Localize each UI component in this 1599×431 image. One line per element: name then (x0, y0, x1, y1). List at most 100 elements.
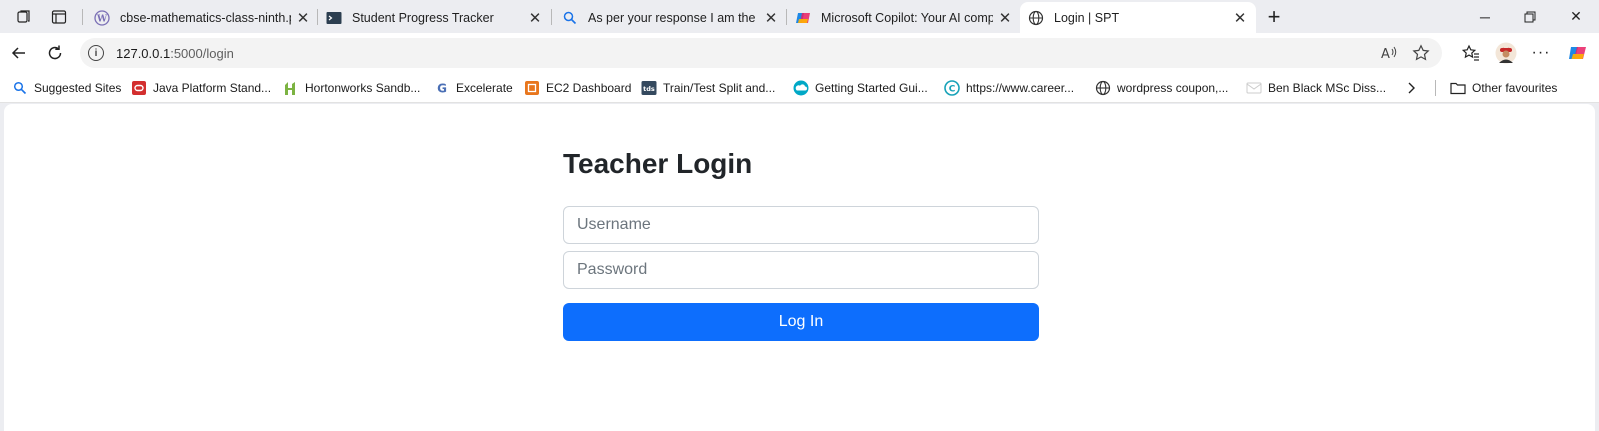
vertical-tabs-icon (51, 10, 67, 24)
search-icon (12, 80, 28, 96)
tab-student-progress-tracker[interactable]: Student Progress Tracker ✕ (322, 3, 547, 33)
favorites-bar: Suggested Sites Java Platform Stand... H… (0, 73, 1599, 103)
more-options-button[interactable]: ··· (1526, 39, 1556, 67)
tab-title: cbse-mathematics-class-ninth.pdf (120, 11, 291, 25)
back-button[interactable] (4, 39, 34, 67)
favorite-label: wordpress coupon,... (1117, 81, 1229, 95)
tab-title: As per your response I am the Ca (588, 11, 759, 25)
restore-icon (1524, 11, 1536, 22)
close-icon[interactable]: ✕ (997, 10, 1013, 27)
document-icon (1246, 80, 1262, 96)
page-content: Teacher Login Log In (4, 104, 1595, 431)
profile-button[interactable] (1491, 39, 1521, 67)
browser-toolbar: i 127.0.0.1:5000/login A ··· (0, 33, 1599, 73)
hortonworks-icon (283, 80, 299, 96)
svg-text:W: W (96, 15, 108, 25)
favorite-item[interactable]: Java Platform Stand... (131, 79, 271, 97)
workspaces-button[interactable] (9, 4, 39, 30)
globe-icon (1095, 80, 1111, 96)
minimize-button[interactable]: ─ (1462, 0, 1508, 33)
address-url[interactable]: 127.0.0.1:5000/login (116, 46, 234, 61)
favorite-label: Ben Black MSc Diss... (1268, 81, 1387, 95)
tab-title: Microsoft Copilot: Your AI compa (821, 11, 993, 25)
login-button[interactable]: Log In (563, 303, 1039, 341)
favorite-label: Getting Started Gui... (815, 81, 928, 95)
career-icon: C (944, 80, 960, 96)
copilot-icon (795, 10, 811, 26)
tds-icon: tds (641, 80, 657, 96)
workspaces-icon (17, 10, 30, 23)
tab-cbse-pdf[interactable]: W cbse-mathematics-class-ninth.pdf ✕ (90, 3, 315, 33)
cloud-icon (793, 80, 809, 96)
tab-separator (317, 9, 318, 25)
avatar (1495, 42, 1517, 64)
tab-title: Login | SPT (1054, 10, 1120, 25)
google-icon: G (434, 80, 450, 96)
chevron-right-icon (1408, 82, 1415, 94)
favorite-label: https://www.career... (966, 81, 1075, 95)
close-icon: ✕ (1570, 8, 1582, 24)
favbar-separator (1435, 80, 1436, 96)
tab-copilot[interactable]: Microsoft Copilot: Your AI compa ✕ (791, 3, 1017, 33)
favorite-item[interactable]: G Excelerate (434, 79, 513, 97)
svg-text:G: G (437, 82, 447, 96)
username-field[interactable] (563, 206, 1039, 244)
tab-search-response[interactable]: As per your response I am the Ca ✕ (558, 3, 783, 33)
favorite-item[interactable]: Ben Black MSc Diss... (1246, 79, 1386, 97)
favorite-item[interactable]: Hortonworks Sandb... (283, 79, 420, 97)
restore-button[interactable] (1507, 0, 1553, 33)
tab-strip: W cbse-mathematics-class-ninth.pdf ✕ Stu… (0, 0, 1599, 33)
minimize-icon: ─ (1480, 8, 1490, 25)
oracle-icon (131, 80, 147, 96)
url-host: 127.0.0.1 (116, 45, 171, 61)
wordpress-icon: W (94, 10, 110, 26)
favorite-label: Excelerate (456, 81, 513, 95)
tab-title: Student Progress Tracker (352, 11, 494, 25)
close-icon[interactable]: ✕ (1232, 10, 1248, 27)
globe-icon (1028, 10, 1044, 26)
close-icon[interactable]: ✕ (763, 10, 779, 27)
search-icon (562, 10, 578, 26)
favorite-item[interactable]: EC2 Dashboard (524, 79, 631, 97)
favorite-label: Hortonworks Sandb... (305, 81, 421, 95)
tab-actions-button[interactable] (44, 4, 74, 30)
favorite-label: Train/Test Split and... (663, 81, 776, 95)
new-tab-button[interactable]: + (1259, 4, 1289, 30)
favorite-item[interactable]: C https://www.career... (944, 79, 1074, 97)
favorite-label: Java Platform Stand... (153, 81, 272, 95)
favorite-item[interactable]: Getting Started Gui... (793, 79, 928, 97)
close-icon[interactable]: ✕ (527, 10, 543, 27)
address-bar[interactable]: i 127.0.0.1:5000/login A (80, 38, 1442, 68)
svg-text:A: A (1381, 47, 1390, 62)
site-info-icon[interactable]: i (88, 45, 104, 61)
refresh-button[interactable] (40, 39, 70, 67)
other-favourites-label: Other favourites (1472, 81, 1558, 95)
tab-separator (551, 9, 552, 25)
other-favourites-folder[interactable]: Other favourites (1450, 79, 1557, 97)
favorite-item[interactable]: Suggested Sites (12, 79, 121, 97)
favorites-icon (1462, 44, 1479, 61)
svg-text:tds: tds (643, 85, 655, 93)
copilot-button[interactable] (1563, 39, 1593, 67)
password-field[interactable] (563, 251, 1039, 289)
read-aloud-icon[interactable]: A (1380, 44, 1398, 67)
svg-text:C: C (949, 84, 956, 94)
tab-separator (786, 9, 787, 25)
favorite-item[interactable]: tds Train/Test Split and... (641, 79, 775, 97)
copilot-icon (1569, 47, 1586, 59)
plus-icon: + (1267, 4, 1281, 29)
favorite-item[interactable]: wordpress coupon,... (1095, 79, 1228, 97)
favorites-button[interactable] (1456, 39, 1486, 67)
close-window-button[interactable]: ✕ (1553, 0, 1599, 33)
back-arrow-icon (11, 47, 25, 59)
url-path: :5000/login (170, 45, 234, 61)
close-icon[interactable]: ✕ (295, 10, 311, 27)
terminal-icon (326, 10, 342, 26)
add-favorite-star-icon[interactable] (1412, 44, 1430, 67)
aws-icon (524, 80, 540, 96)
tab-login-spt[interactable]: Login | SPT ✕ (1020, 2, 1256, 33)
folder-icon (1450, 80, 1466, 96)
favorites-overflow-button[interactable] (1404, 79, 1418, 97)
page-title: Teacher Login (563, 148, 753, 179)
favorite-label: EC2 Dashboard (546, 81, 632, 95)
